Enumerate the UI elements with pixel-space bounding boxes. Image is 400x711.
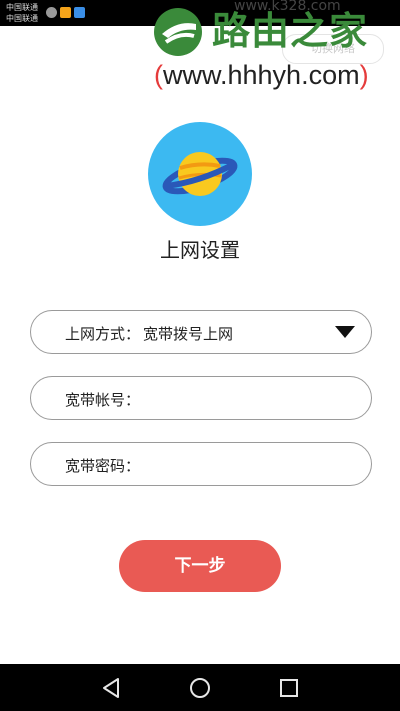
broadband-password-input[interactable] — [139, 449, 353, 481]
back-icon[interactable] — [96, 673, 126, 703]
broadband-password-field[interactable]: 宽带密码： — [30, 442, 372, 486]
carrier-name-2: 中国联通 — [6, 14, 38, 23]
app-notification-icon — [60, 7, 71, 18]
broadband-account-field[interactable]: 宽带帐号： — [30, 376, 372, 420]
next-button-label: 下一步 — [174, 556, 226, 576]
watermark: www.k328.com 路由之家 (www.hhhyh.com) — [150, 0, 400, 100]
heart-icon — [46, 7, 57, 18]
planet-icon — [148, 122, 252, 226]
broadband-password-label: 宽带密码： — [65, 457, 141, 475]
carrier-name-1: 中国联通 — [6, 3, 38, 12]
app-notification-icon — [74, 7, 85, 18]
connection-mode-value: 宽带拨号上网 — [143, 325, 234, 343]
watermark-url-text: www.hhhyh.com — [163, 60, 360, 90]
navigation-bar — [0, 664, 400, 711]
watermark-url: (www.hhhyh.com) — [154, 60, 369, 91]
next-button[interactable]: 下一步 — [119, 540, 281, 592]
connection-mode-select[interactable]: 上网方式： 宽带拨号上网 — [30, 310, 372, 354]
watermark-brand: 路由之家 — [212, 9, 369, 53]
caret-down-icon[interactable] — [335, 326, 355, 338]
broadband-account-label: 宽带帐号： — [65, 391, 141, 409]
page-title: 上网设置 — [160, 238, 240, 262]
recents-icon[interactable] — [274, 673, 304, 703]
status-icons — [46, 7, 85, 18]
watermark-paren-close: ) — [359, 60, 369, 90]
connection-mode-label: 上网方式： — [65, 325, 141, 343]
watermark-logo-icon — [154, 8, 202, 56]
broadband-account-input[interactable] — [139, 383, 353, 415]
home-icon[interactable] — [185, 673, 215, 703]
watermark-paren-open: ( — [154, 60, 163, 90]
